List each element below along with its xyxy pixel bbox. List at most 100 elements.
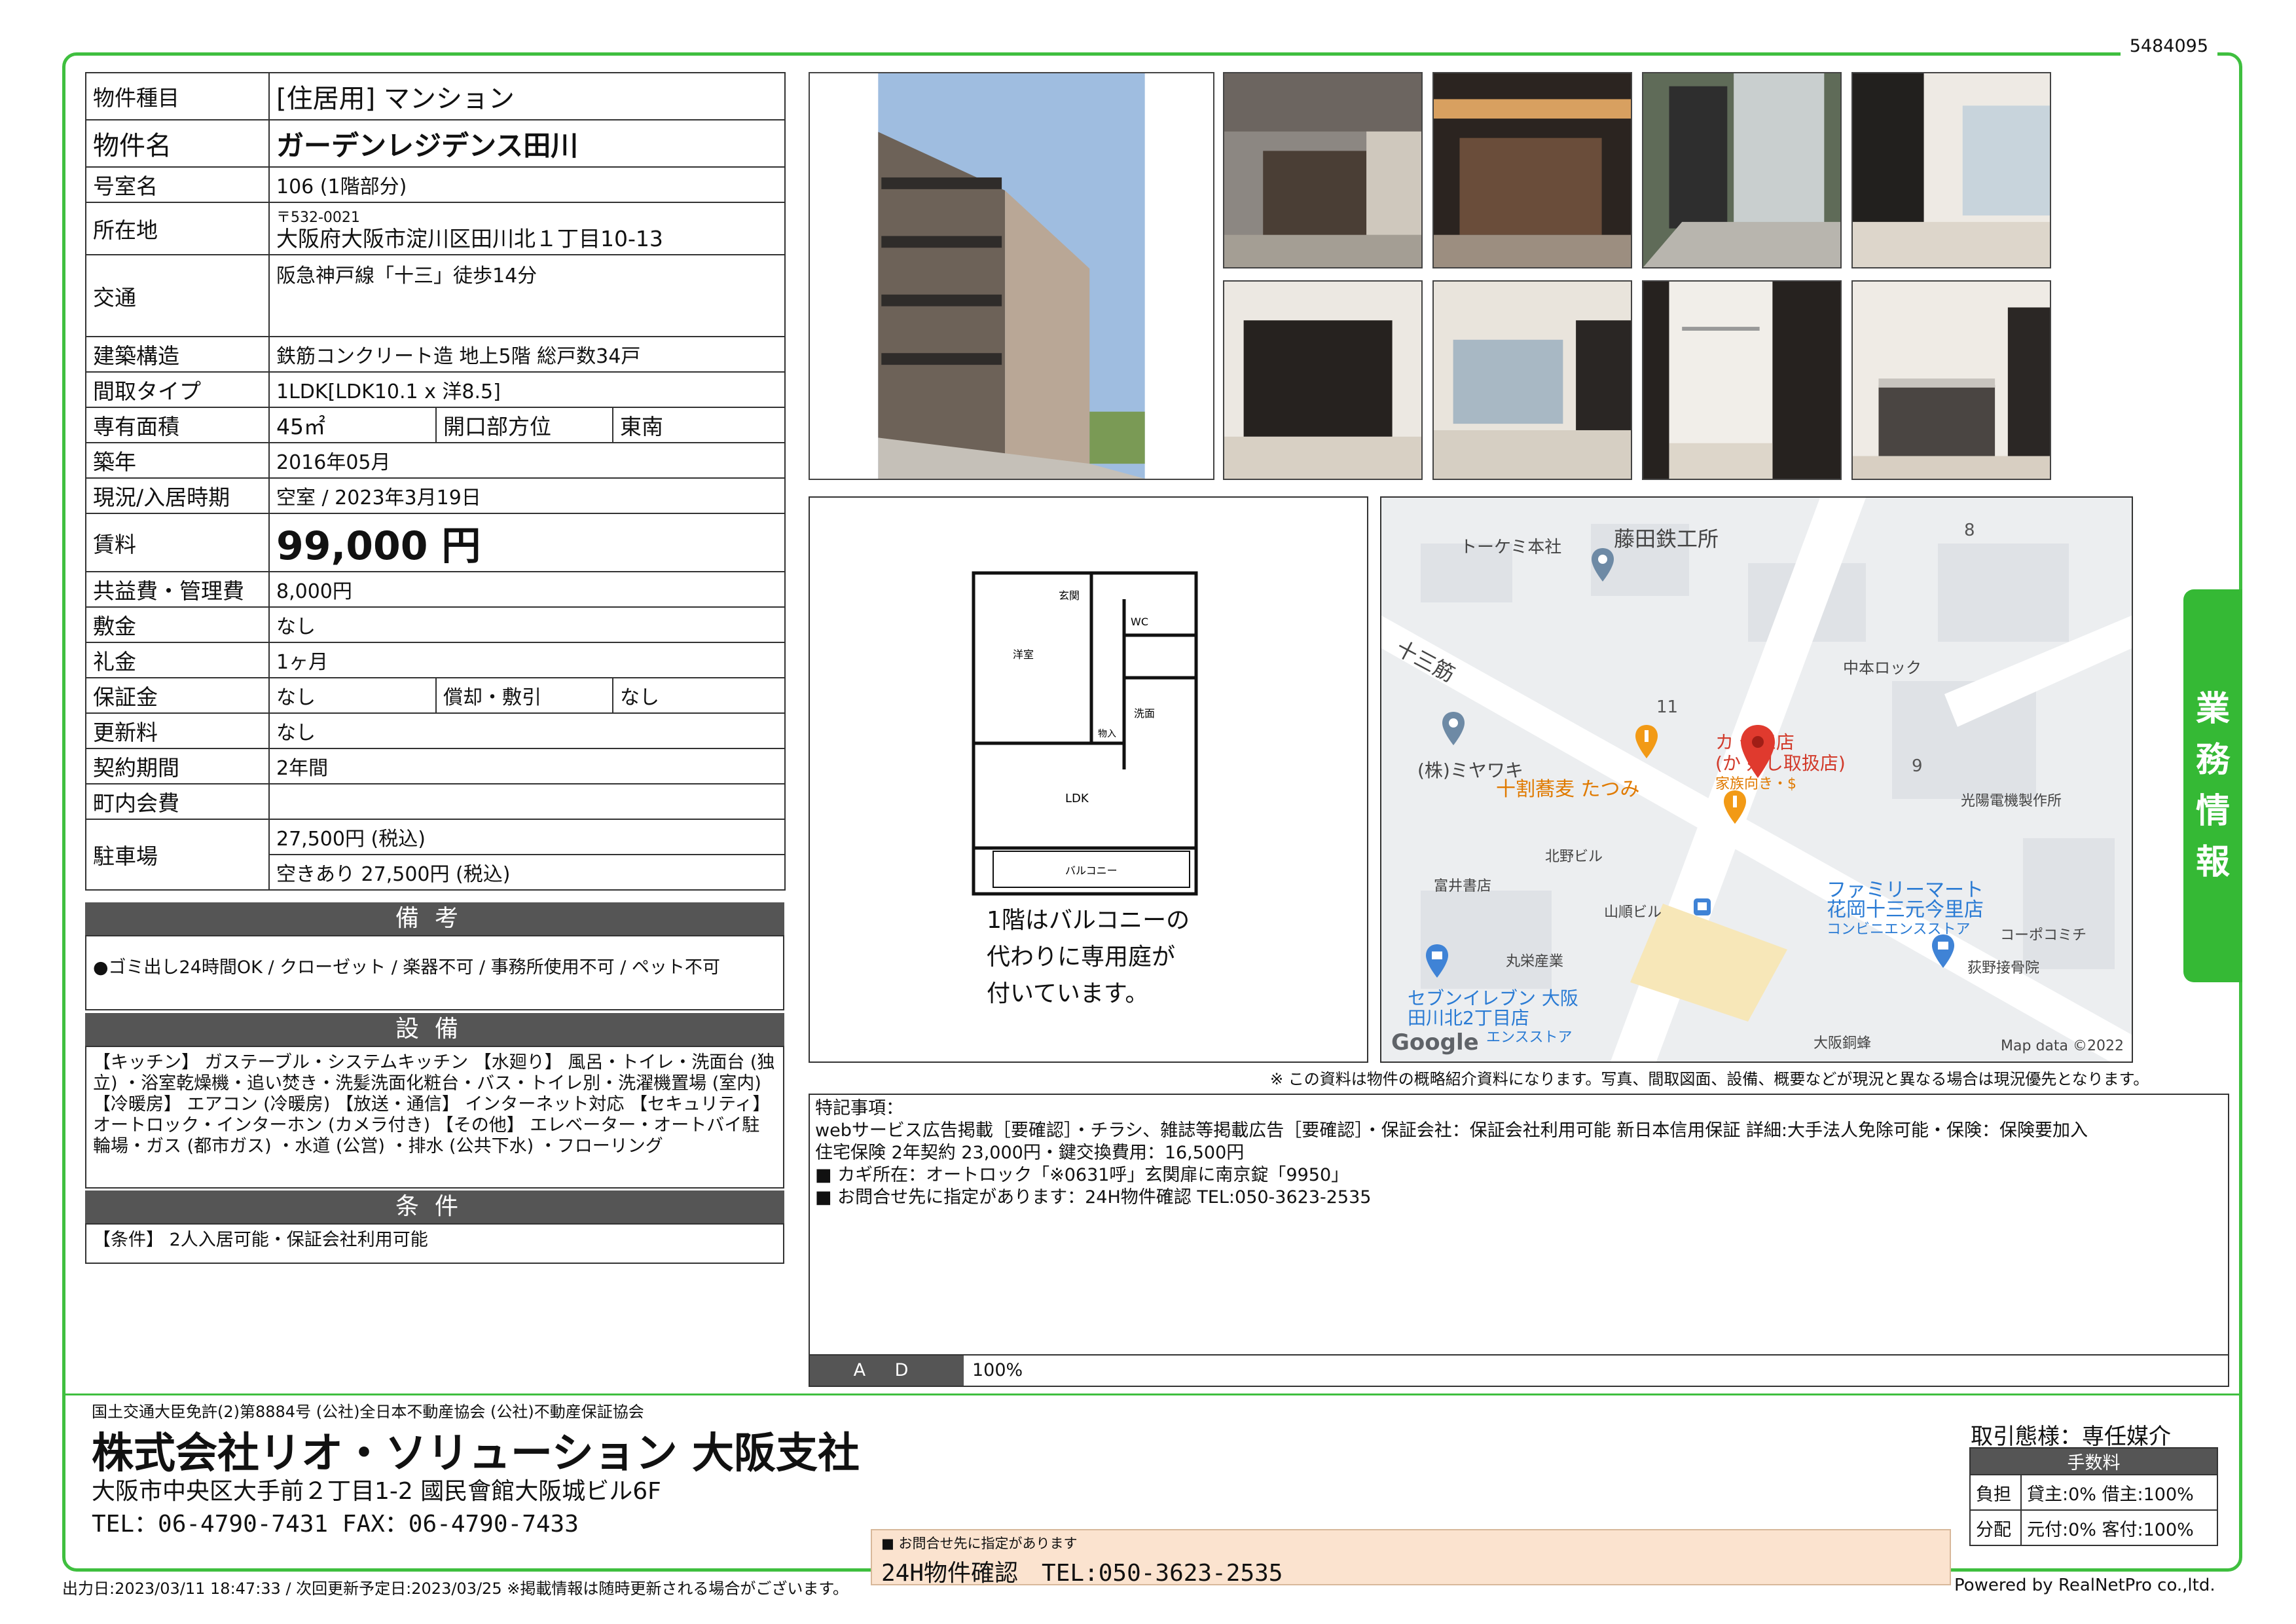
- rent-value: 99,000 円: [268, 513, 786, 572]
- ad-value: 100%: [972, 1360, 1023, 1380]
- assoc-label: 町内会費: [85, 783, 270, 820]
- special-notes-title: 特記事項：: [815, 1098, 903, 1118]
- target-pin-icon[interactable]: [1738, 724, 1777, 779]
- map-label-soba: 十割蕎麦 たつみ: [1496, 778, 1640, 801]
- room-entrance: 玄関: [1059, 589, 1080, 602]
- contact-note: ■ お問合せ先に指定があります: [881, 1536, 1078, 1551]
- structure-value: 鉄筋コンクリート造 地上5階 総戸数34戸: [268, 336, 786, 373]
- special-notes-line-2: 住宅保険 2年契約 23,000円・鍵交換費用：16,500円: [815, 1143, 1245, 1163]
- map-label-block9: 9: [1912, 756, 1923, 776]
- footer-powered-by: Powered by RealNetPro co.,ltd.: [1954, 1576, 2215, 1595]
- transaction-type: 取引態様：専任媒介: [1971, 1424, 2171, 1450]
- map-family-line2: 花岡十三元今里店: [1827, 898, 1984, 921]
- miyawaki-pin-icon[interactable]: [1440, 710, 1467, 747]
- fee-label: 共益費・管理費: [85, 571, 270, 608]
- special-notes-line-3: ■ カギ所在：オートロック「※0631呼」玄関扉に南京錠「9950」: [815, 1165, 1349, 1185]
- parking-value-1: 27,500円 (税込): [268, 819, 786, 855]
- floorplan-note-1: 1階はバルコニーの: [987, 907, 1190, 934]
- renewal-label: 更新料: [85, 712, 270, 749]
- contract-value: 2年間: [268, 748, 786, 784]
- seven-eleven-pin-icon[interactable]: [1424, 943, 1450, 979]
- room-balcony: バルコニー: [1065, 864, 1118, 877]
- burden-value: 貸主:0% 借主:100%: [2020, 1474, 2218, 1511]
- map-target-line1: カ 十三店: [1715, 731, 1795, 753]
- split-value: 元付:0% 客付:100%: [2020, 1509, 2218, 1546]
- keymoney-value: 1ヶ月: [268, 642, 786, 678]
- footer-divider: [62, 1393, 2242, 1395]
- map-label-osaka-dozai: 大阪銅蜂: [1813, 1035, 1872, 1052]
- transit-label: 交通: [85, 254, 270, 337]
- open-closet-photo: [1642, 280, 1842, 480]
- restaurant-pin-icon[interactable]: [1633, 724, 1660, 760]
- map-label-block8: 8: [1964, 521, 1975, 540]
- room-western: 洋室: [1013, 648, 1034, 661]
- fee-table: 手数料 負担 貸主:0% 借主:100% 分配 元付:0% 客付:100%: [1969, 1447, 2218, 1546]
- area-value: 45㎡: [268, 407, 437, 443]
- entrance-glass-photo: [1642, 72, 1842, 268]
- address-value: 大阪府大阪市淀川区田川北１丁目10-13: [276, 226, 663, 251]
- room-ldk: LDK: [1065, 792, 1089, 805]
- kitchen-photo: [1851, 280, 2051, 480]
- assoc-value: [268, 783, 786, 820]
- floorplan-note-3: 付いています。: [987, 980, 1149, 1007]
- familymart-pin-icon[interactable]: [1930, 933, 1956, 969]
- equipment-text: 【キッチン】 ガステーブル・システムキッチン 【水廻り】 風呂・トイレ・洗面台 …: [85, 1046, 784, 1189]
- map-target-line2: (か 好し取扱店): [1715, 752, 1846, 774]
- ad-label: A D: [810, 1356, 964, 1386]
- shop-pin-icon[interactable]: [1722, 789, 1748, 825]
- room-value: 106 (1階部分): [268, 166, 786, 203]
- split-label: 分配: [1969, 1509, 2022, 1546]
- fee-header: 手数料: [1969, 1447, 2218, 1475]
- entrance-photo: [1223, 72, 1423, 268]
- floorplan-panel: 玄関 WC 洋室 物入 洗面 LDK バルコニー 1階はバルコニーの 代わりに専…: [809, 496, 1368, 1063]
- company-address: 大阪市中央区大手前２丁目1-2 國民會館大阪城ビル6F: [92, 1478, 661, 1505]
- special-notes-line-1: webサービス広告掲載［要確認］・チラシ、雑誌等掲載広告［要確認］・保証会社：保…: [815, 1120, 2088, 1141]
- map-label-familymart: ファミリーマート 花岡十三元今里店 コンビニエンスストア: [1827, 881, 1984, 940]
- lobby-night-photo: [1432, 72, 1632, 268]
- map-label-block11: 11: [1656, 697, 1679, 717]
- fujita-pin-icon[interactable]: [1590, 547, 1616, 583]
- room-storage: 物入: [1098, 729, 1116, 739]
- structure-label: 建築構造: [85, 336, 270, 373]
- type-label: 物件種目: [85, 72, 270, 120]
- footer-output-info: 出力日:2023/03/11 18:47:33 / 次回更新予定日:2023/0…: [62, 1579, 848, 1598]
- company-name: 株式会社リオ・ソリューション 大阪支社: [92, 1430, 860, 1478]
- business-info-tab[interactable]: 業 務 情 報: [2183, 589, 2242, 982]
- special-notes-line-4: ■ お問合せ先に指定があります：24H物件確認 TEL:050-3623-253…: [815, 1187, 1372, 1208]
- floorplan-note-2: 代わりに専用庭が: [987, 944, 1176, 970]
- layout-value: 1LDK[LDK10.1 x 洋8.5]: [268, 371, 786, 408]
- license-text: 国土交通大臣免許(2)第8884号 (公社)全日本不動産協会 (公社)不動産保証…: [92, 1403, 644, 1421]
- remarks-header: 備考: [85, 902, 784, 935]
- map-label-cobo: コーポコミチ: [2000, 927, 2087, 944]
- document-id: 5484095: [2120, 36, 2217, 56]
- location-map[interactable]: トーケミ本社 藤田鉄工所 8 十三筋 中本ロック 11 (株)ミヤワキ 十割蕎麦…: [1380, 496, 2133, 1063]
- map-family-line1: ファミリーマート: [1827, 879, 1984, 902]
- area-label: 専有面積: [85, 407, 270, 443]
- renewal-value: なし: [268, 712, 786, 749]
- type-value: [住居用] マンション: [268, 72, 786, 120]
- orientation-label: 開口部方位: [435, 407, 613, 443]
- google-logo: Google: [1391, 1029, 1479, 1056]
- map-seven-line1: セブンイレブン 大阪: [1408, 987, 1578, 1009]
- room-wash: 洗面: [1134, 707, 1155, 720]
- living-room-window-photo: [1851, 72, 2051, 268]
- map-label-maruei: 丸栄産業: [1506, 953, 1564, 970]
- tab-char-1: 業: [2195, 690, 2230, 729]
- map-label-fujita: 藤田鉄工所: [1614, 526, 1719, 551]
- contact-phone[interactable]: 24H物件確認 TEL:050-3623-2535: [881, 1554, 1283, 1588]
- built-value: 2016年05月: [268, 442, 786, 479]
- map-data-credit: Map data ©2022: [2001, 1038, 2124, 1054]
- room-label: 号室名: [85, 166, 270, 203]
- amort-value: なし: [611, 677, 786, 714]
- building-exterior-photo: [809, 72, 1214, 480]
- map-label-yamajun: 山順ビル: [1604, 904, 1662, 921]
- conditions-header: 条件: [85, 1190, 784, 1223]
- status-value: 空室 / 2023年3月19日: [268, 477, 786, 514]
- keymoney-label: 礼金: [85, 642, 270, 678]
- layout-label: 間取タイプ: [85, 371, 270, 408]
- rent-label: 賃料: [85, 513, 270, 572]
- built-label: 築年: [85, 442, 270, 479]
- guarantee-label: 保証金: [85, 677, 270, 714]
- map-family-line3: コンビニエンスストア: [1827, 921, 1971, 938]
- tab-char-3: 情: [2195, 792, 2230, 831]
